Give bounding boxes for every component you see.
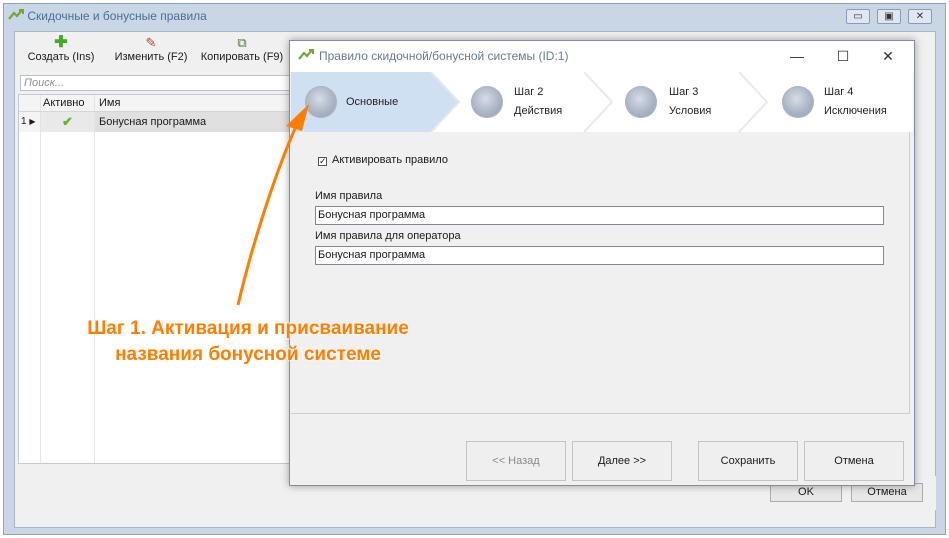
annotation-line-2: названия бонусной системе — [115, 344, 381, 365]
annotation-arrow — [236, 104, 309, 306]
annotation-line-1: Шаг 1. Активация и присваивание — [87, 318, 409, 339]
annotation-text: Шаг 1. Активация и присваивание названия… — [58, 316, 438, 368]
